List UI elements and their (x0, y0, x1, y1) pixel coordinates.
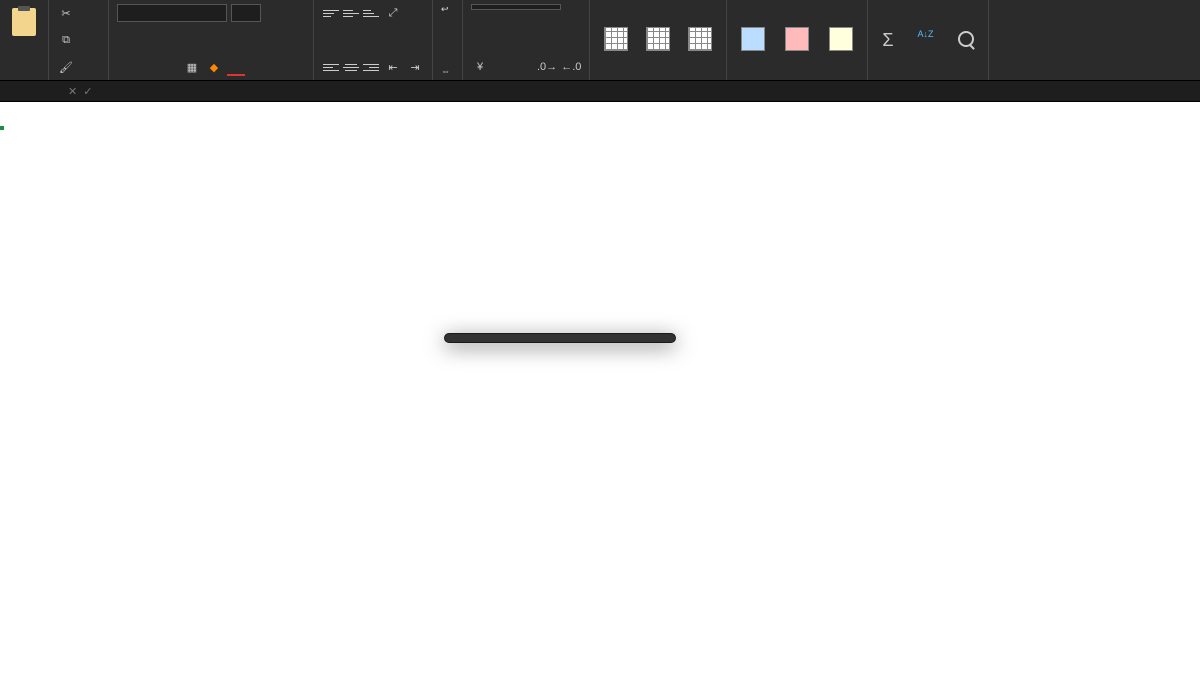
wrap-text-button[interactable]: ↩ (441, 4, 454, 15)
accept-formula-icon[interactable]: ✓ (83, 85, 92, 98)
insert-icon (741, 27, 765, 51)
format-icon (829, 27, 853, 51)
font-size-select[interactable] (231, 4, 261, 22)
delete-button[interactable] (779, 25, 815, 55)
conditional-format-button[interactable] (598, 25, 634, 55)
orientation-button[interactable]: ⤢ (384, 4, 402, 22)
cell-styles-icon (688, 27, 712, 51)
selection-border (0, 126, 4, 130)
cancel-formula-icon[interactable]: ✕ (68, 85, 77, 98)
fill-color-button[interactable]: ◆ (205, 58, 223, 76)
paste-button[interactable] (8, 4, 40, 42)
cond-fmt-icon (604, 27, 628, 51)
editing-group: Σ A↓Z (868, 0, 988, 80)
search-icon (958, 31, 974, 47)
border-button[interactable]: ▦ (183, 58, 201, 76)
decrease-font-icon[interactable] (287, 4, 305, 22)
context-menu (444, 333, 676, 343)
clipboard-tools-group: ✂ ⧉ 🖌 (49, 0, 109, 80)
delete-icon (785, 27, 809, 51)
cells-group (727, 0, 868, 80)
decrease-decimal-button[interactable]: ←.0 (561, 58, 581, 76)
cell-styles-button[interactable] (682, 25, 718, 55)
number-group: ¥ .0→ ←.0 (463, 0, 590, 80)
align-bottom-button[interactable] (362, 6, 380, 20)
wrap-merge-group: ↩ ⇔ (433, 0, 463, 80)
styles-group (590, 0, 727, 80)
merge-icon: ⇔ (441, 66, 450, 76)
ribbon: ✂ ⧉ 🖌 ▦ ◆ (0, 0, 1200, 80)
increase-decimal-button[interactable]: .0→ (537, 58, 557, 76)
underline-button[interactable] (161, 58, 179, 76)
spreadsheet-grid[interactable] (0, 102, 1200, 675)
align-left-button[interactable] (322, 60, 340, 74)
formula-bar: ✕ ✓ (0, 80, 1200, 102)
format-as-table-button[interactable] (640, 25, 676, 55)
copy-icon[interactable]: ⧉ (57, 31, 75, 49)
number-format-select[interactable] (471, 4, 561, 10)
italic-button[interactable] (139, 58, 157, 76)
bold-button[interactable] (117, 58, 135, 76)
font-group: ▦ ◆ (109, 0, 314, 80)
font-name-select[interactable] (117, 4, 227, 22)
sort-icon: A↓Z (916, 29, 936, 49)
align-center-button[interactable] (342, 60, 360, 74)
sigma-icon: Σ (882, 30, 893, 51)
increase-font-icon[interactable] (265, 4, 283, 22)
align-middle-button[interactable] (342, 6, 360, 20)
clipboard-group (0, 0, 49, 80)
find-select-button[interactable] (952, 29, 980, 51)
cut-icon[interactable]: ✂ (57, 4, 75, 22)
merge-center-button[interactable]: ⇔ (441, 66, 454, 76)
align-right-button[interactable] (362, 60, 380, 74)
wrap-icon: ↩ (441, 4, 449, 15)
insert-button[interactable] (735, 25, 771, 55)
decrease-indent-button[interactable]: ⇤ (384, 58, 402, 76)
font-color-button[interactable] (227, 58, 245, 76)
ruby-button[interactable] (249, 58, 267, 76)
clipboard-icon (12, 8, 36, 36)
format-painter-icon[interactable]: 🖌 (57, 58, 75, 76)
currency-button[interactable]: ¥ (471, 58, 489, 76)
table-icon (646, 27, 670, 51)
format-button[interactable] (823, 25, 859, 55)
alignment-group: ⤢ ⇤ ⇥ (314, 0, 433, 80)
autosum-button[interactable]: Σ (876, 28, 899, 53)
percent-button[interactable] (493, 58, 511, 76)
align-top-button[interactable] (322, 6, 340, 20)
increase-indent-button[interactable]: ⇥ (406, 58, 424, 76)
sort-filter-button[interactable]: A↓Z (910, 27, 942, 53)
comma-button[interactable] (515, 58, 533, 76)
